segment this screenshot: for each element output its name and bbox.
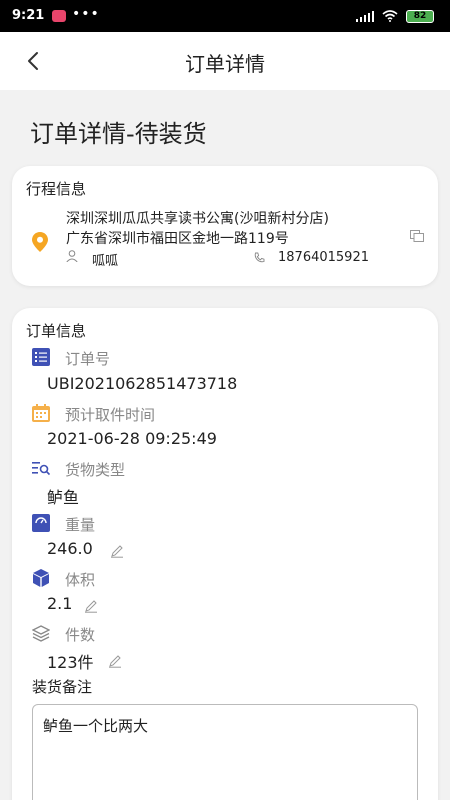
edit-volume-icon[interactable] — [84, 599, 98, 613]
order-list-icon — [32, 348, 50, 366]
phone-icon[interactable] — [254, 252, 265, 263]
contact-phone[interactable]: 18764015921 — [278, 250, 369, 265]
location-pin-icon — [32, 232, 48, 252]
nav-title: 订单详情 — [185, 52, 265, 76]
app-notification-icon — [52, 10, 66, 22]
address-line2: 广东省深圳市福田区金地一路119号 — [66, 231, 289, 247]
calendar-icon — [32, 404, 50, 422]
weight-value: 246.0 — [47, 539, 93, 558]
page-title: 订单详情-待装货 — [30, 120, 207, 148]
order-info-heading: 订单信息 — [26, 322, 87, 340]
wifi-icon — [382, 10, 398, 22]
weight-label: 重量 — [65, 516, 96, 534]
cargo-type-value: 鲈鱼 — [47, 488, 80, 507]
pickup-time-value: 2021-06-28 09:25:49 — [47, 429, 217, 448]
edit-weight-icon[interactable] — [110, 544, 124, 558]
cargo-type-label: 货物类型 — [65, 461, 126, 479]
volume-value: 2.1 — [47, 594, 73, 613]
pickup-time-label: 预计取件时间 — [65, 406, 156, 424]
signal-icon — [356, 11, 374, 22]
battery-icon: 82 — [406, 10, 434, 23]
order-no-label: 订单号 — [65, 350, 111, 368]
cargo-search-icon — [32, 462, 50, 476]
contact-name: 呱呱 — [92, 254, 119, 269]
trip-info-card: 行程信息 深圳深圳瓜瓜共享读书公寓(沙咀新村分店) 广东省深圳市福田区金地一路1… — [12, 166, 438, 286]
address-line1: 深圳深圳瓜瓜共享读书公寓(沙咀新村分店) — [66, 211, 329, 227]
layers-icon — [32, 625, 50, 642]
remark-textarea[interactable]: 鲈鱼一个比两大 — [32, 704, 418, 800]
more-notifications-icon: ••• — [72, 6, 100, 22]
trip-info-heading: 行程信息 — [26, 180, 87, 198]
copy-icon[interactable] — [410, 230, 424, 242]
order-no-value: UBI2021062851473718 — [47, 374, 238, 393]
count-label: 件数 — [65, 626, 96, 644]
volume-cube-icon — [33, 569, 49, 587]
count-value: 123件 — [47, 653, 94, 672]
status-bar: 9:21 ••• 82 — [0, 0, 450, 32]
status-time: 9:21 — [12, 8, 45, 23]
person-icon — [66, 250, 78, 262]
remark-label: 装货备注 — [32, 678, 93, 696]
weight-scale-icon — [32, 514, 50, 532]
nav-bar: 订单详情 — [0, 32, 450, 90]
edit-count-icon[interactable] — [108, 654, 122, 668]
volume-label: 体积 — [65, 571, 96, 589]
order-info-card: 订单信息 订单号 UBI2021062851473718 预计取件时间 2021… — [12, 308, 438, 800]
